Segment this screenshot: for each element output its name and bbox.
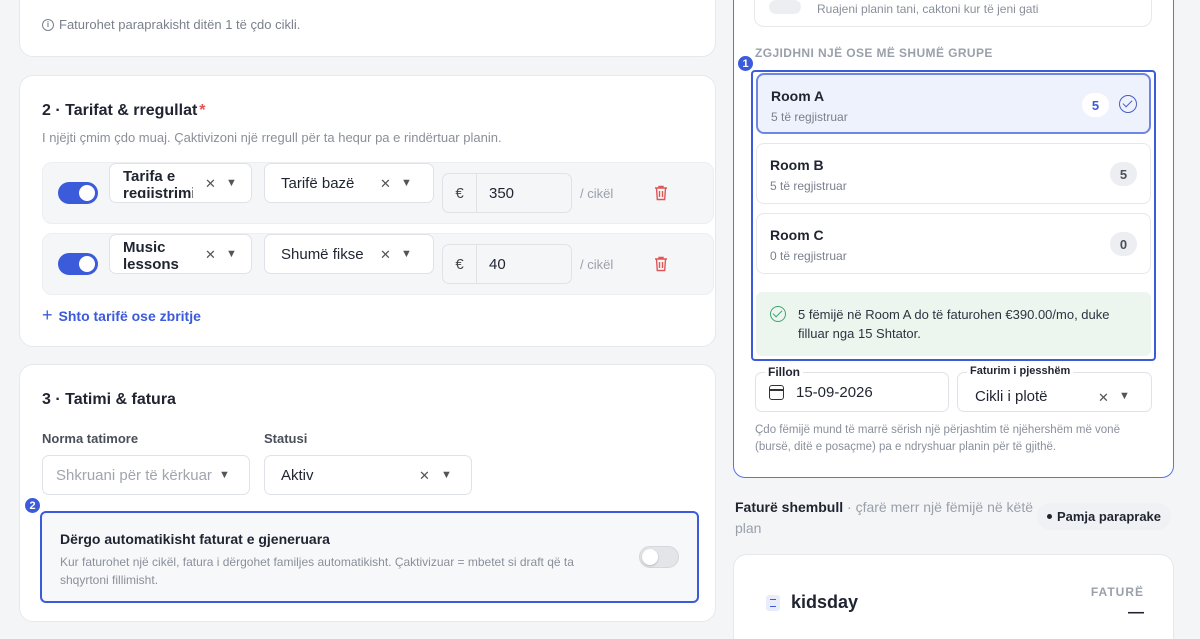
status-label: Statusi bbox=[264, 431, 308, 446]
amount-input[interactable]: 40 bbox=[477, 244, 572, 284]
clear-icon[interactable]: ✕ bbox=[380, 176, 391, 192]
rule-toggle[interactable] bbox=[58, 253, 98, 275]
chevron-down-icon[interactable]: ▼ bbox=[441, 469, 452, 481]
radio-indicator bbox=[769, 0, 801, 14]
tax-rate-placeholder: Shkruani për të kërkuar bbox=[56, 467, 212, 484]
clear-icon[interactable]: ✕ bbox=[380, 247, 391, 263]
tax-rate-label: Norma tatimore bbox=[42, 431, 139, 446]
start-date-label: Fillon bbox=[765, 365, 803, 379]
invoice-label: FATURË bbox=[1090, 585, 1144, 599]
trash-icon[interactable] bbox=[654, 185, 668, 201]
schedule-later-text: Ruajeni planin tani, caktoni kur të jeni… bbox=[817, 2, 1039, 16]
auto-send-description: Kur faturohet një cikël, fatura i dërgoh… bbox=[60, 555, 574, 587]
rule-row: Music lessons ✕ ▼ Shumë fikse ✕ ▼ € 40 /… bbox=[42, 233, 714, 295]
group-name: Room C bbox=[770, 227, 824, 243]
rule-row: Tarifa e regjistrimit ✕ ▼ Tarifë bazë ✕ … bbox=[42, 162, 714, 224]
rule-name: Music lessons bbox=[123, 239, 179, 269]
billing-info: i Faturohet paraprakisht ditën 1 të çdo … bbox=[42, 17, 300, 32]
group-item-room-b[interactable]: Room B 5 të regjistruar 5 bbox=[756, 143, 1151, 204]
schedule-later-option[interactable]: Ruajeni planin tani, caktoni kur të jeni… bbox=[754, 0, 1152, 27]
rule-type: Shumë fikse bbox=[281, 246, 364, 263]
groups-label: ZGJIDHNI NJË OSE MË SHUMË GRUPE bbox=[755, 46, 993, 60]
section-title: 2 · Tarifat & rregullat * bbox=[42, 102, 206, 120]
annotation-badge-1: 1 bbox=[736, 54, 755, 73]
clear-icon[interactable]: ✕ bbox=[205, 176, 216, 192]
assignment-panel: Ruajeni planin tani, caktoni kur të jeni… bbox=[733, 0, 1174, 478]
add-fee-label: Shto tarifë ose zbritje bbox=[58, 307, 201, 324]
rule-name: Tarifa e regjistrimit bbox=[123, 168, 193, 198]
add-fee-button[interactable]: + Shto tarifë ose zbritje bbox=[42, 305, 201, 326]
preview-label: Pamja paraprake bbox=[1056, 509, 1162, 524]
preview-button[interactable]: Pamja paraprake bbox=[1037, 503, 1171, 530]
chevron-down-icon[interactable]: ▼ bbox=[1119, 390, 1130, 402]
billing-card: i Faturohet paraprakisht ditën 1 të çdo … bbox=[19, 0, 716, 57]
chevron-down-icon[interactable]: ▼ bbox=[401, 248, 412, 260]
billing-info-text: Faturohet paraprakisht ditën 1 të çdo ci… bbox=[59, 17, 301, 32]
chevron-down-icon[interactable]: ▼ bbox=[219, 469, 230, 481]
calendar-icon bbox=[769, 385, 784, 400]
auto-send-toggle[interactable] bbox=[639, 546, 679, 568]
currency-symbol: € bbox=[442, 244, 477, 284]
example-invoice-card: kidsday FATURË — bbox=[733, 554, 1174, 639]
section-title: 3 · Tatimi & fatura bbox=[42, 391, 176, 408]
tax-invoice-card: 3 · Tatimi & fatura Norma tatimore Shkru… bbox=[19, 364, 716, 622]
status-select[interactable]: Aktiv ✕ ▼ bbox=[264, 455, 472, 495]
trash-icon[interactable] bbox=[654, 256, 668, 272]
info-icon: i bbox=[42, 18, 54, 31]
group-name: Room B bbox=[770, 157, 824, 173]
amount-input[interactable]: 350 bbox=[477, 173, 572, 213]
group-count-badge: 5 bbox=[1082, 93, 1109, 117]
clear-icon[interactable]: ✕ bbox=[205, 247, 216, 263]
chevron-down-icon[interactable]: ▼ bbox=[226, 248, 237, 260]
group-item-room-c[interactable]: Room C 0 të regjistruar 0 bbox=[756, 213, 1151, 274]
summary-text: 5 fëmijë në Room A do të faturohen €390.… bbox=[798, 307, 1110, 341]
auto-send-setting: Dërgo automatikisht faturat e gjeneruara… bbox=[40, 511, 699, 603]
section-title-text: 2 · Tarifat & rregullat bbox=[42, 102, 198, 119]
period-label: / cikël bbox=[580, 186, 614, 201]
brand-name: kidsday bbox=[791, 592, 859, 612]
rule-type-select[interactable]: Tarifë bazë ✕ ▼ bbox=[264, 163, 434, 203]
chevron-down-icon[interactable]: ▼ bbox=[226, 177, 237, 189]
example-invoice-heading: Faturë shembull · çfarë merr një fëmijë … bbox=[735, 497, 1035, 539]
fees-rules-card: 2 · Tarifat & rregullat * I njëjti çmim ç… bbox=[19, 75, 716, 347]
group-item-room-a[interactable]: Room A 5 të regjistruar 5 bbox=[756, 73, 1151, 134]
start-date-value: 15-09-2026 bbox=[796, 384, 873, 401]
tax-rate-select[interactable]: Shkruani për të kërkuar ▼ bbox=[42, 455, 250, 495]
plus-icon: + bbox=[42, 305, 53, 325]
status-value: Aktiv bbox=[281, 467, 314, 484]
currency-symbol: € bbox=[442, 173, 477, 213]
section-subtitle: I njëjti çmim çdo muaj. Çaktivizoni një … bbox=[42, 130, 502, 145]
check-circle-icon bbox=[1119, 95, 1137, 113]
rule-toggle[interactable] bbox=[58, 182, 98, 204]
auto-send-title: Dërgo automatikisht faturat e gjeneruara bbox=[60, 531, 330, 547]
annotation-badge-2: 2 bbox=[23, 496, 42, 515]
invoice-number: — bbox=[1128, 604, 1144, 621]
group-name: Room A bbox=[771, 88, 825, 104]
example-title: Faturë shembull bbox=[735, 499, 844, 515]
partial-billing-select[interactable]: Cikli i plotë ✕ ▼ bbox=[957, 372, 1152, 412]
group-list: Room A 5 të regjistruar 5 Room B 5 të re… bbox=[751, 70, 1156, 361]
dot-icon bbox=[1046, 514, 1052, 519]
group-count-badge: 0 bbox=[1110, 232, 1137, 256]
partial-billing-value: Cikli i plotë bbox=[975, 388, 1048, 405]
help-text: Çdo fëmijë mund të marrë sërish një përj… bbox=[755, 424, 1120, 453]
group-enrolled: 5 të regjistruar bbox=[770, 179, 847, 193]
required-mark: * bbox=[199, 102, 206, 119]
clear-icon[interactable]: ✕ bbox=[419, 468, 430, 484]
rule-type: Tarifë bazë bbox=[281, 175, 355, 192]
rule-name-select[interactable]: Music lessons ✕ ▼ bbox=[109, 234, 252, 274]
group-count-badge: 5 bbox=[1110, 162, 1137, 186]
clear-icon[interactable]: ✕ bbox=[1098, 390, 1109, 406]
rule-type-select[interactable]: Shumë fikse ✕ ▼ bbox=[264, 234, 434, 274]
rule-name-select[interactable]: Tarifa e regjistrimit ✕ ▼ bbox=[109, 163, 252, 203]
period-label: / cikël bbox=[580, 257, 614, 272]
check-circle-icon bbox=[770, 306, 786, 322]
group-enrolled: 0 të regjistruar bbox=[770, 249, 847, 263]
document-icon bbox=[766, 595, 780, 611]
group-enrolled: 5 të regjistruar bbox=[771, 110, 848, 124]
billing-summary: 5 fëmijë në Room A do të faturohen €390.… bbox=[756, 292, 1151, 356]
partial-billing-label: Faturim i pjesshëm bbox=[967, 365, 1074, 377]
chevron-down-icon[interactable]: ▼ bbox=[401, 177, 412, 189]
